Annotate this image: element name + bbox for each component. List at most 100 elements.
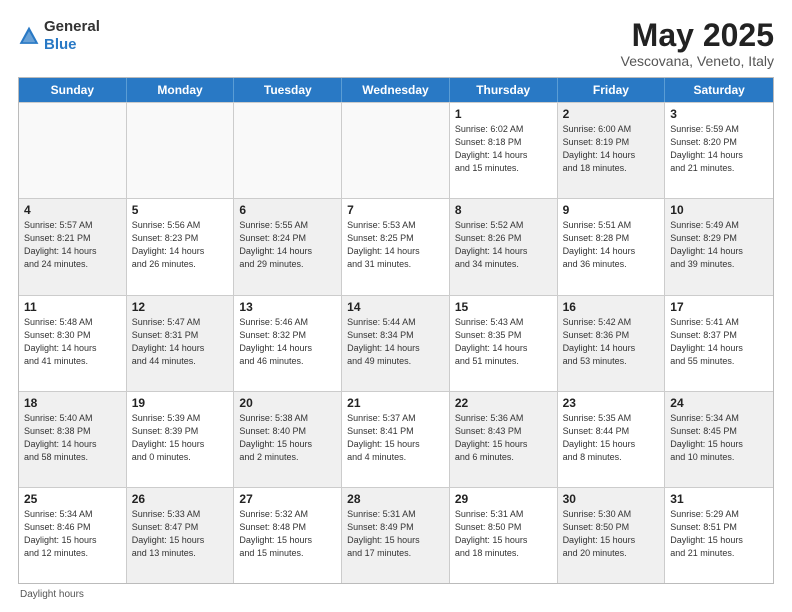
calendar-cell: 21 Sunrise: 5:37 AM Sunset: 8:41 PM Dayli… bbox=[342, 392, 450, 487]
main-title: May 2025 bbox=[621, 18, 774, 53]
calendar-cell: 27 Sunrise: 5:32 AM Sunset: 8:48 PM Dayli… bbox=[234, 488, 342, 583]
calendar-cell: 7 Sunrise: 5:53 AM Sunset: 8:25 PM Daylig… bbox=[342, 199, 450, 294]
calendar-week: 1 Sunrise: 6:02 AM Sunset: 8:18 PM Daylig… bbox=[19, 102, 773, 198]
calendar-header: SundayMondayTuesdayWednesdayThursdayFrid… bbox=[19, 78, 773, 102]
day-number: 27 bbox=[239, 492, 336, 506]
day-number: 4 bbox=[24, 203, 121, 217]
day-info: Sunrise: 5:47 AM Sunset: 8:31 PM Dayligh… bbox=[132, 316, 229, 368]
calendar-cell: 14Sunrise: 5:44 AM Sunset: 8:34 PM Dayli… bbox=[342, 296, 450, 391]
day-number: 19 bbox=[132, 396, 229, 410]
day-info: Sunrise: 5:32 AM Sunset: 8:48 PM Dayligh… bbox=[239, 508, 336, 560]
day-info: Sunrise: 5:59 AM Sunset: 8:20 PM Dayligh… bbox=[670, 123, 768, 175]
day-number: 25 bbox=[24, 492, 121, 506]
calendar-header-cell: Friday bbox=[558, 78, 666, 102]
day-number: 28 bbox=[347, 492, 444, 506]
title-block: May 2025 Vescovana, Veneto, Italy bbox=[621, 18, 774, 69]
day-info: Sunrise: 5:55 AM Sunset: 8:24 PM Dayligh… bbox=[239, 219, 336, 271]
day-info: Sunrise: 5:36 AM Sunset: 8:43 PM Dayligh… bbox=[455, 412, 552, 464]
calendar-cell: 25 Sunrise: 5:34 AM Sunset: 8:46 PM Dayli… bbox=[19, 488, 127, 583]
day-info: Sunrise: 5:38 AM Sunset: 8:40 PM Dayligh… bbox=[239, 412, 336, 464]
day-number: 23 bbox=[563, 396, 660, 410]
calendar-cell: 13Sunrise: 5:46 AM Sunset: 8:32 PM Dayli… bbox=[234, 296, 342, 391]
calendar-cell: 15Sunrise: 5:43 AM Sunset: 8:35 PM Dayli… bbox=[450, 296, 558, 391]
day-number: 20 bbox=[239, 396, 336, 410]
day-number: 30 bbox=[563, 492, 660, 506]
day-number: 3 bbox=[670, 107, 768, 121]
calendar-header-cell: Saturday bbox=[665, 78, 773, 102]
day-number: 8 bbox=[455, 203, 552, 217]
calendar-cell: 3 Sunrise: 5:59 AM Sunset: 8:20 PM Daylig… bbox=[665, 103, 773, 198]
calendar-cell: 18 Sunrise: 5:40 AM Sunset: 8:38 PM Dayli… bbox=[19, 392, 127, 487]
logo-icon bbox=[18, 25, 40, 47]
day-number: 5 bbox=[132, 203, 229, 217]
calendar-cell: 20 Sunrise: 5:38 AM Sunset: 8:40 PM Dayli… bbox=[234, 392, 342, 487]
day-number: 17 bbox=[670, 300, 768, 314]
calendar-cell: 2Sunrise: 6:00 AM Sunset: 8:19 PM Daylig… bbox=[558, 103, 666, 198]
day-info: Sunrise: 5:35 AM Sunset: 8:44 PM Dayligh… bbox=[563, 412, 660, 464]
day-info: Sunrise: 5:34 AM Sunset: 8:46 PM Dayligh… bbox=[24, 508, 121, 560]
day-number: 31 bbox=[670, 492, 768, 506]
calendar-cell: 17 Sunrise: 5:41 AM Sunset: 8:37 PM Dayli… bbox=[665, 296, 773, 391]
day-number: 16 bbox=[563, 300, 660, 314]
header: General Blue May 2025 Vescovana, Veneto,… bbox=[18, 18, 774, 69]
day-info: Sunrise: 5:30 AM Sunset: 8:50 PM Dayligh… bbox=[563, 508, 660, 560]
day-number: 21 bbox=[347, 396, 444, 410]
logo: General Blue bbox=[18, 18, 100, 54]
day-info: Sunrise: 5:40 AM Sunset: 8:38 PM Dayligh… bbox=[24, 412, 121, 464]
day-info: Sunrise: 5:42 AM Sunset: 8:36 PM Dayligh… bbox=[563, 316, 660, 368]
calendar-cell: 5Sunrise: 5:56 AM Sunset: 8:23 PM Daylig… bbox=[127, 199, 235, 294]
day-number: 10 bbox=[670, 203, 768, 217]
calendar-cell: 31 Sunrise: 5:29 AM Sunset: 8:51 PM Dayli… bbox=[665, 488, 773, 583]
day-number: 29 bbox=[455, 492, 552, 506]
calendar-cell: 9 Sunrise: 5:51 AM Sunset: 8:28 PM Daylig… bbox=[558, 199, 666, 294]
calendar-cell: 1 Sunrise: 6:02 AM Sunset: 8:18 PM Daylig… bbox=[450, 103, 558, 198]
calendar: SundayMondayTuesdayWednesdayThursdayFrid… bbox=[18, 77, 774, 584]
day-number: 2 bbox=[563, 107, 660, 121]
calendar-cell: 16 Sunrise: 5:42 AM Sunset: 8:36 PM Dayli… bbox=[558, 296, 666, 391]
day-info: Sunrise: 5:31 AM Sunset: 8:50 PM Dayligh… bbox=[455, 508, 552, 560]
calendar-cell bbox=[19, 103, 127, 198]
calendar-header-cell: Tuesday bbox=[234, 78, 342, 102]
day-number: 1 bbox=[455, 107, 552, 121]
calendar-week: 4Sunrise: 5:57 AM Sunset: 8:21 PM Daylig… bbox=[19, 198, 773, 294]
calendar-cell bbox=[127, 103, 235, 198]
calendar-cell: 30 Sunrise: 5:30 AM Sunset: 8:50 PM Dayli… bbox=[558, 488, 666, 583]
day-info: Sunrise: 5:48 AM Sunset: 8:30 PM Dayligh… bbox=[24, 316, 121, 368]
calendar-week: 11 Sunrise: 5:48 AM Sunset: 8:30 PM Dayli… bbox=[19, 295, 773, 391]
calendar-cell: 23 Sunrise: 5:35 AM Sunset: 8:44 PM Dayli… bbox=[558, 392, 666, 487]
calendar-cell: 19Sunrise: 5:39 AM Sunset: 8:39 PM Dayli… bbox=[127, 392, 235, 487]
day-info: Sunrise: 5:52 AM Sunset: 8:26 PM Dayligh… bbox=[455, 219, 552, 271]
calendar-cell bbox=[234, 103, 342, 198]
page: General Blue May 2025 Vescovana, Veneto,… bbox=[0, 0, 792, 612]
day-number: 26 bbox=[132, 492, 229, 506]
calendar-cell: 4Sunrise: 5:57 AM Sunset: 8:21 PM Daylig… bbox=[19, 199, 127, 294]
day-number: 7 bbox=[347, 203, 444, 217]
day-info: Sunrise: 5:34 AM Sunset: 8:45 PM Dayligh… bbox=[670, 412, 768, 464]
day-info: Sunrise: 5:53 AM Sunset: 8:25 PM Dayligh… bbox=[347, 219, 444, 271]
calendar-header-cell: Wednesday bbox=[342, 78, 450, 102]
calendar-cell: 8 Sunrise: 5:52 AM Sunset: 8:26 PM Daylig… bbox=[450, 199, 558, 294]
calendar-cell: 22 Sunrise: 5:36 AM Sunset: 8:43 PM Dayli… bbox=[450, 392, 558, 487]
calendar-cell: 26 Sunrise: 5:33 AM Sunset: 8:47 PM Dayli… bbox=[127, 488, 235, 583]
day-info: Sunrise: 5:29 AM Sunset: 8:51 PM Dayligh… bbox=[670, 508, 768, 560]
calendar-header-cell: Monday bbox=[127, 78, 235, 102]
day-info: Sunrise: 5:43 AM Sunset: 8:35 PM Dayligh… bbox=[455, 316, 552, 368]
day-number: 22 bbox=[455, 396, 552, 410]
day-info: Sunrise: 5:49 AM Sunset: 8:29 PM Dayligh… bbox=[670, 219, 768, 271]
day-info: Sunrise: 5:44 AM Sunset: 8:34 PM Dayligh… bbox=[347, 316, 444, 368]
day-number: 12 bbox=[132, 300, 229, 314]
calendar-header-cell: Sunday bbox=[19, 78, 127, 102]
day-number: 9 bbox=[563, 203, 660, 217]
calendar-cell bbox=[342, 103, 450, 198]
calendar-cell: 6Sunrise: 5:55 AM Sunset: 8:24 PM Daylig… bbox=[234, 199, 342, 294]
calendar-cell: 11 Sunrise: 5:48 AM Sunset: 8:30 PM Dayli… bbox=[19, 296, 127, 391]
day-info: Sunrise: 5:33 AM Sunset: 8:47 PM Dayligh… bbox=[132, 508, 229, 560]
day-info: Sunrise: 5:37 AM Sunset: 8:41 PM Dayligh… bbox=[347, 412, 444, 464]
day-info: Sunrise: 5:51 AM Sunset: 8:28 PM Dayligh… bbox=[563, 219, 660, 271]
day-number: 18 bbox=[24, 396, 121, 410]
day-info: Sunrise: 6:02 AM Sunset: 8:18 PM Dayligh… bbox=[455, 123, 552, 175]
day-info: Sunrise: 5:41 AM Sunset: 8:37 PM Dayligh… bbox=[670, 316, 768, 368]
day-number: 11 bbox=[24, 300, 121, 314]
calendar-week: 25 Sunrise: 5:34 AM Sunset: 8:46 PM Dayli… bbox=[19, 487, 773, 583]
logo-general-text: General Blue bbox=[44, 18, 100, 54]
